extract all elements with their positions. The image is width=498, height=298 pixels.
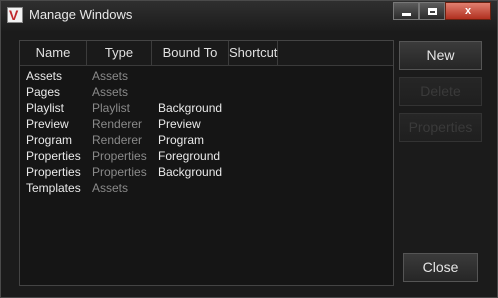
- delete-button[interactable]: Delete: [399, 77, 482, 106]
- row-type: Playlist: [92, 101, 131, 115]
- app-logo-icon: V: [7, 7, 23, 23]
- list-header: Name Type Bound To Shortcut: [20, 41, 393, 66]
- row-type: Properties: [92, 149, 147, 163]
- row-type: Assets: [92, 181, 129, 195]
- window-title: Manage Windows: [29, 7, 133, 22]
- close-icon: x: [464, 5, 472, 17]
- windows-list[interactable]: Name Type Bound To Shortcut Assets Asset…: [19, 40, 394, 286]
- row-name: Properties: [26, 165, 81, 179]
- row-name: Program: [26, 133, 73, 147]
- row-type: Assets: [92, 69, 129, 83]
- close-button[interactable]: Close: [403, 253, 478, 282]
- close-window-button[interactable]: x: [445, 2, 491, 20]
- row-name: Templates: [26, 181, 81, 195]
- row-type: Properties: [92, 165, 147, 179]
- column-header-name[interactable]: Name: [20, 41, 87, 65]
- row-bound-to: Preview: [158, 117, 201, 131]
- column-header-type[interactable]: Type: [87, 41, 152, 65]
- row-name: Playlist: [26, 101, 65, 115]
- manage-windows-dialog: V Manage Windows x Name Type Bound To Sh…: [0, 0, 498, 298]
- maximize-icon: [427, 7, 437, 15]
- row-type: Renderer: [92, 117, 143, 131]
- row-name: Pages: [26, 85, 61, 99]
- column-header-shortcut[interactable]: Shortcut: [229, 41, 278, 65]
- maximize-button[interactable]: [419, 2, 445, 20]
- row-bound-to: Foreground: [158, 149, 221, 163]
- minimize-icon: [401, 12, 411, 16]
- row-name: Properties: [26, 149, 81, 163]
- row-bound-to: Background: [158, 101, 223, 115]
- properties-button[interactable]: Properties: [399, 113, 482, 142]
- window-controls: x: [393, 2, 491, 20]
- new-button[interactable]: New: [399, 41, 482, 70]
- row-name: Preview: [26, 117, 69, 131]
- row-bound-to: Program: [158, 133, 205, 147]
- title-bar[interactable]: V Manage Windows x: [1, 1, 497, 31]
- row-name: Assets: [26, 69, 63, 83]
- minimize-button[interactable]: [393, 2, 419, 20]
- column-header-bound-to[interactable]: Bound To: [152, 41, 229, 65]
- row-type: Renderer: [92, 133, 143, 147]
- row-type: Assets: [92, 85, 129, 99]
- row-bound-to: Background: [158, 165, 223, 179]
